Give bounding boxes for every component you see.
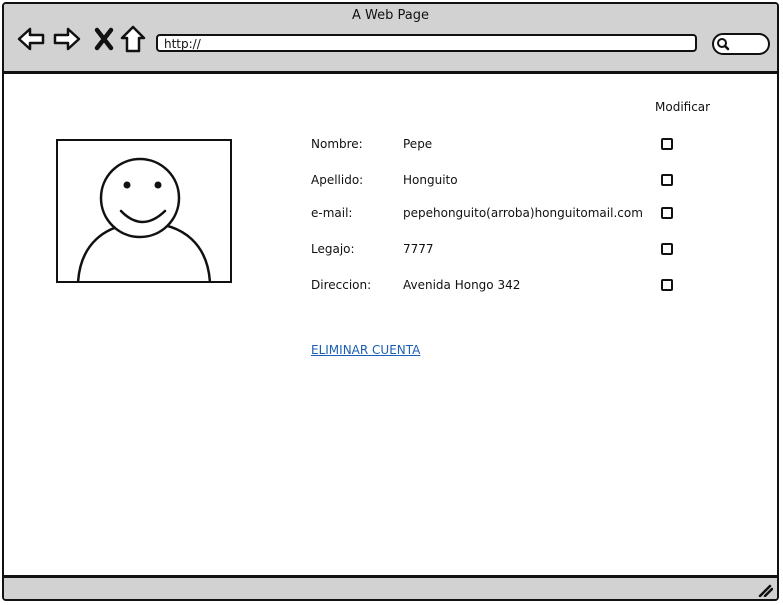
nombre-value: Pepe: [403, 137, 433, 151]
profile-photo: [56, 139, 232, 283]
window-title: A Web Page: [352, 8, 429, 23]
modify-apellido-checkbox[interactable]: [661, 174, 673, 186]
nombre-label: Nombre:: [311, 137, 363, 151]
home-icon[interactable]: [118, 24, 148, 54]
direccion-label: Direccion:: [311, 278, 372, 292]
modify-nombre-checkbox[interactable]: [661, 138, 673, 150]
apellido-value: Honguito: [403, 173, 458, 187]
close-icon[interactable]: [90, 24, 120, 54]
smiley-face-icon: [76, 157, 212, 281]
browser-window: A Web Page http:// Modificar Nombre: Pep…: [2, 2, 779, 601]
email-value: pepehonguito(arroba)honguitomail.com: [403, 206, 643, 220]
legajo-value: 7777: [403, 242, 434, 256]
modify-legajo-checkbox[interactable]: [661, 243, 673, 255]
modify-direccion-checkbox[interactable]: [661, 279, 673, 291]
back-arrow-icon[interactable]: [16, 24, 46, 54]
direccion-value: Avenida Hongo 342: [403, 278, 521, 292]
email-label: e-mail:: [311, 206, 353, 220]
status-bar: [4, 575, 777, 599]
legajo-label: Legajo:: [311, 242, 355, 256]
delete-account-link[interactable]: ELIMINAR CUENTA: [311, 343, 420, 357]
resize-grip-icon[interactable]: [757, 583, 773, 597]
forward-arrow-icon[interactable]: [52, 24, 82, 54]
url-field[interactable]: http://: [156, 34, 697, 52]
apellido-label: Apellido:: [311, 173, 364, 187]
browser-toolbar: A Web Page http://: [4, 4, 777, 74]
modify-column-header: Modificar: [655, 100, 711, 114]
search-box[interactable]: [712, 33, 770, 55]
magnifier-icon: [717, 38, 730, 51]
modify-email-checkbox[interactable]: [661, 207, 673, 219]
